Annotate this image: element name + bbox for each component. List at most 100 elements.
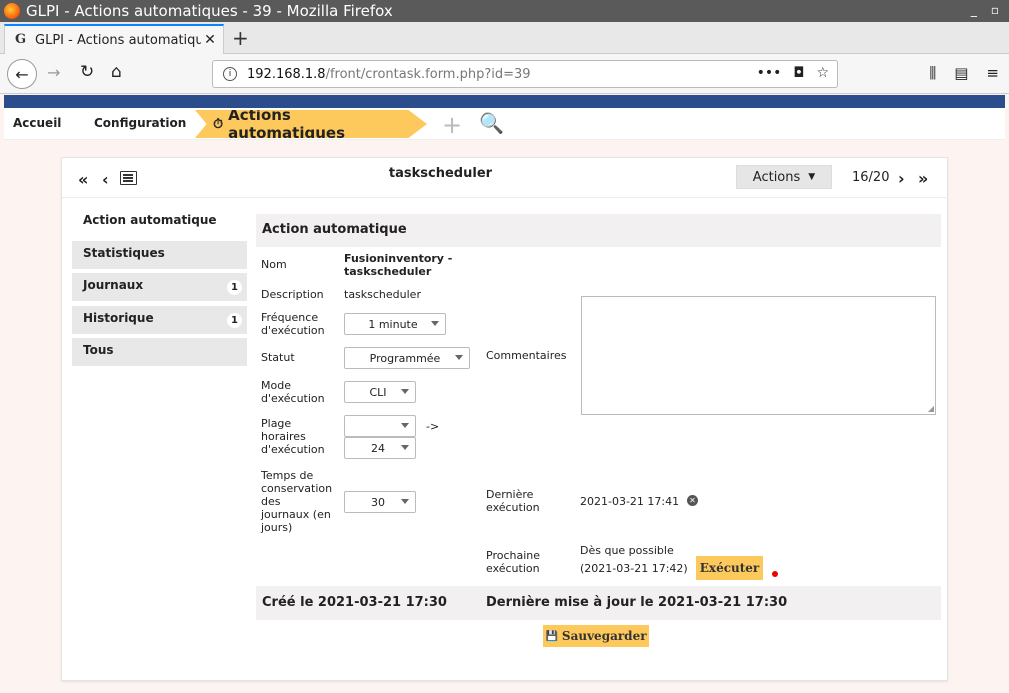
comments-textarea[interactable]: ◢ xyxy=(581,296,936,415)
tab-strip: G GLPI - Actions automatiques ✕ + xyxy=(0,22,1009,54)
page-actions-icon[interactable]: ••• xyxy=(757,65,782,81)
glpi-favicon-icon: G xyxy=(15,32,27,47)
url-path: /front/crontask.form.php?id=39 xyxy=(325,66,531,82)
range-label-line3: d'exécution xyxy=(261,443,325,456)
url-host: 192.168.1.8 xyxy=(247,66,326,82)
status-value: Programmée xyxy=(369,351,441,365)
last-run-value: 2021-03-21 17:41 xyxy=(580,495,680,508)
actions-dropdown-button[interactable]: Actions ▼ xyxy=(736,165,832,189)
glpi-top-band xyxy=(4,95,1005,108)
count-badge: 1 xyxy=(227,280,242,295)
menu-icon[interactable]: ≡ xyxy=(986,64,999,82)
clear-icon[interactable]: ✕ xyxy=(687,495,698,506)
back-icon[interactable]: ← xyxy=(7,59,37,89)
breadcrumb: Accueil Configuration ⏱ Actions automati… xyxy=(4,108,1005,140)
last-run-label-line1: Dernière xyxy=(486,488,534,501)
library-icon[interactable]: ⫼ xyxy=(929,64,936,82)
chevron-down-icon xyxy=(431,321,439,326)
mode-label-line2: d'exécution xyxy=(261,392,325,405)
tab-statistiques[interactable]: Statistiques xyxy=(72,241,247,269)
tab-label: Statistiques xyxy=(83,246,165,260)
tab-label: Journaux xyxy=(83,278,144,292)
window-titlebar: GLPI - Actions automatiques - 39 - Mozil… xyxy=(0,0,1009,22)
next-record-icon[interactable]: › xyxy=(898,169,905,188)
tab-label: GLPI - Actions automatiques xyxy=(35,32,201,48)
chevron-down-icon xyxy=(455,355,463,360)
mode-label-line1: Mode xyxy=(261,379,291,392)
sidebar-toggle-icon[interactable]: ▤ xyxy=(954,64,968,82)
form-header: Action automatique xyxy=(256,214,941,247)
name-value-line2: taskscheduler xyxy=(344,265,432,278)
tab-label: Tous xyxy=(83,343,114,357)
next-run-label-line1: Prochaine xyxy=(486,549,541,562)
range-arrow: -> xyxy=(426,420,440,433)
reload-icon[interactable]: ↻ xyxy=(80,62,94,82)
pocket-icon[interactable]: ◘ xyxy=(793,65,804,81)
range-end-select[interactable]: 24 xyxy=(344,437,416,459)
new-tab-icon[interactable]: + xyxy=(232,26,249,50)
chevron-down-icon xyxy=(401,423,409,428)
chevron-down-icon xyxy=(401,445,409,450)
retention-label-line4: journaux (en xyxy=(261,508,331,521)
resize-handle-icon[interactable]: ◢ xyxy=(928,404,934,413)
breadcrumb-current[interactable]: ⏱ Actions automatiques xyxy=(195,110,427,138)
status-select[interactable]: Programmée xyxy=(344,347,470,369)
range-start-select[interactable] xyxy=(344,415,416,437)
site-info-icon[interactable]: i xyxy=(223,67,237,81)
tab-action-automatique[interactable]: Action automatique xyxy=(72,208,247,236)
chevron-down-icon xyxy=(401,499,409,504)
restore-icon[interactable]: ▫ xyxy=(991,3,999,17)
window-controls: _ ▫ xyxy=(971,3,999,17)
tab-label: Action automatique xyxy=(83,213,217,227)
breadcrumb-configuration[interactable]: Configuration xyxy=(94,116,186,130)
execute-button[interactable]: Exécuter xyxy=(696,556,763,580)
bookmark-star-icon[interactable]: ☆ xyxy=(816,65,829,81)
record-position: 16/20 xyxy=(852,170,890,185)
count-badge: 1 xyxy=(227,313,242,328)
breadcrumb-current-label: Actions automatiques xyxy=(228,106,345,142)
save-label: Sauvegarder xyxy=(561,629,647,643)
frequency-label-line2: d'exécution xyxy=(261,324,325,337)
search-icon[interactable]: 🔍 xyxy=(479,111,504,135)
updated-date: Dernière mise à jour le 2021-03-21 17:30 xyxy=(486,595,788,610)
last-run-label-line2: exécution xyxy=(486,501,540,514)
add-icon[interactable]: + xyxy=(442,111,462,139)
forward-icon[interactable]: → xyxy=(47,63,60,82)
firefox-icon xyxy=(4,3,20,19)
retention-label-line2: conservation xyxy=(261,482,333,495)
retention-select[interactable]: 30 xyxy=(344,491,416,513)
form-footer: Créé le 2021-03-21 17:30 Dernière mise à… xyxy=(256,586,941,620)
status-dot xyxy=(772,571,778,577)
name-label: Nom xyxy=(261,258,287,271)
browser-tab[interactable]: G GLPI - Actions automatiques ✕ xyxy=(4,24,224,54)
actions-label: Actions xyxy=(752,169,801,185)
breadcrumb-home[interactable]: Accueil xyxy=(13,116,61,130)
status-label: Statut xyxy=(261,351,295,364)
tab-label: Historique xyxy=(83,311,154,325)
url-bar[interactable]: i 192.168.1.8 /front/crontask.form.php?i… xyxy=(212,60,838,88)
range-label-line1: Plage xyxy=(261,417,292,430)
name-value-line1: Fusioninventory - xyxy=(344,252,453,265)
window-title: GLPI - Actions automatiques - 39 - Mozil… xyxy=(26,2,393,20)
main-panel: « ‹ taskscheduler Actions ▼ 16/20 › » Ac… xyxy=(61,157,949,681)
mode-select[interactable]: CLI xyxy=(344,381,416,403)
url-actions: ••• ◘ ☆ xyxy=(757,65,829,81)
toolbar-right: ⫼ ▤ ≡ xyxy=(929,64,999,82)
tab-tous[interactable]: Tous xyxy=(72,338,247,366)
nav-bar: ← → ↻ ⌂ i 192.168.1.8 /front/crontask.fo… xyxy=(0,54,1009,94)
save-button[interactable]: 💾 Sauvegarder xyxy=(543,625,649,647)
minimize-icon[interactable]: _ xyxy=(971,3,977,17)
tab-historique[interactable]: Historique 1 xyxy=(72,306,247,334)
range-label-line2: horaires xyxy=(261,430,306,443)
close-tab-icon[interactable]: ✕ xyxy=(201,32,219,48)
last-record-icon[interactable]: » xyxy=(918,169,928,188)
record-navigation: « ‹ taskscheduler Actions ▼ 16/20 › » xyxy=(62,158,949,198)
frequency-select[interactable]: 1 minute xyxy=(344,313,446,335)
record-title: taskscheduler xyxy=(388,166,493,181)
next-run-label-line2: exécution xyxy=(486,562,540,575)
home-icon[interactable]: ⌂ xyxy=(111,62,122,82)
retention-label-line1: Temps de xyxy=(261,469,314,482)
caret-down-icon: ▼ xyxy=(808,172,816,182)
next-run-value-line2: (2021-03-21 17:42) xyxy=(580,562,688,575)
tab-journaux[interactable]: Journaux 1 xyxy=(72,273,247,301)
